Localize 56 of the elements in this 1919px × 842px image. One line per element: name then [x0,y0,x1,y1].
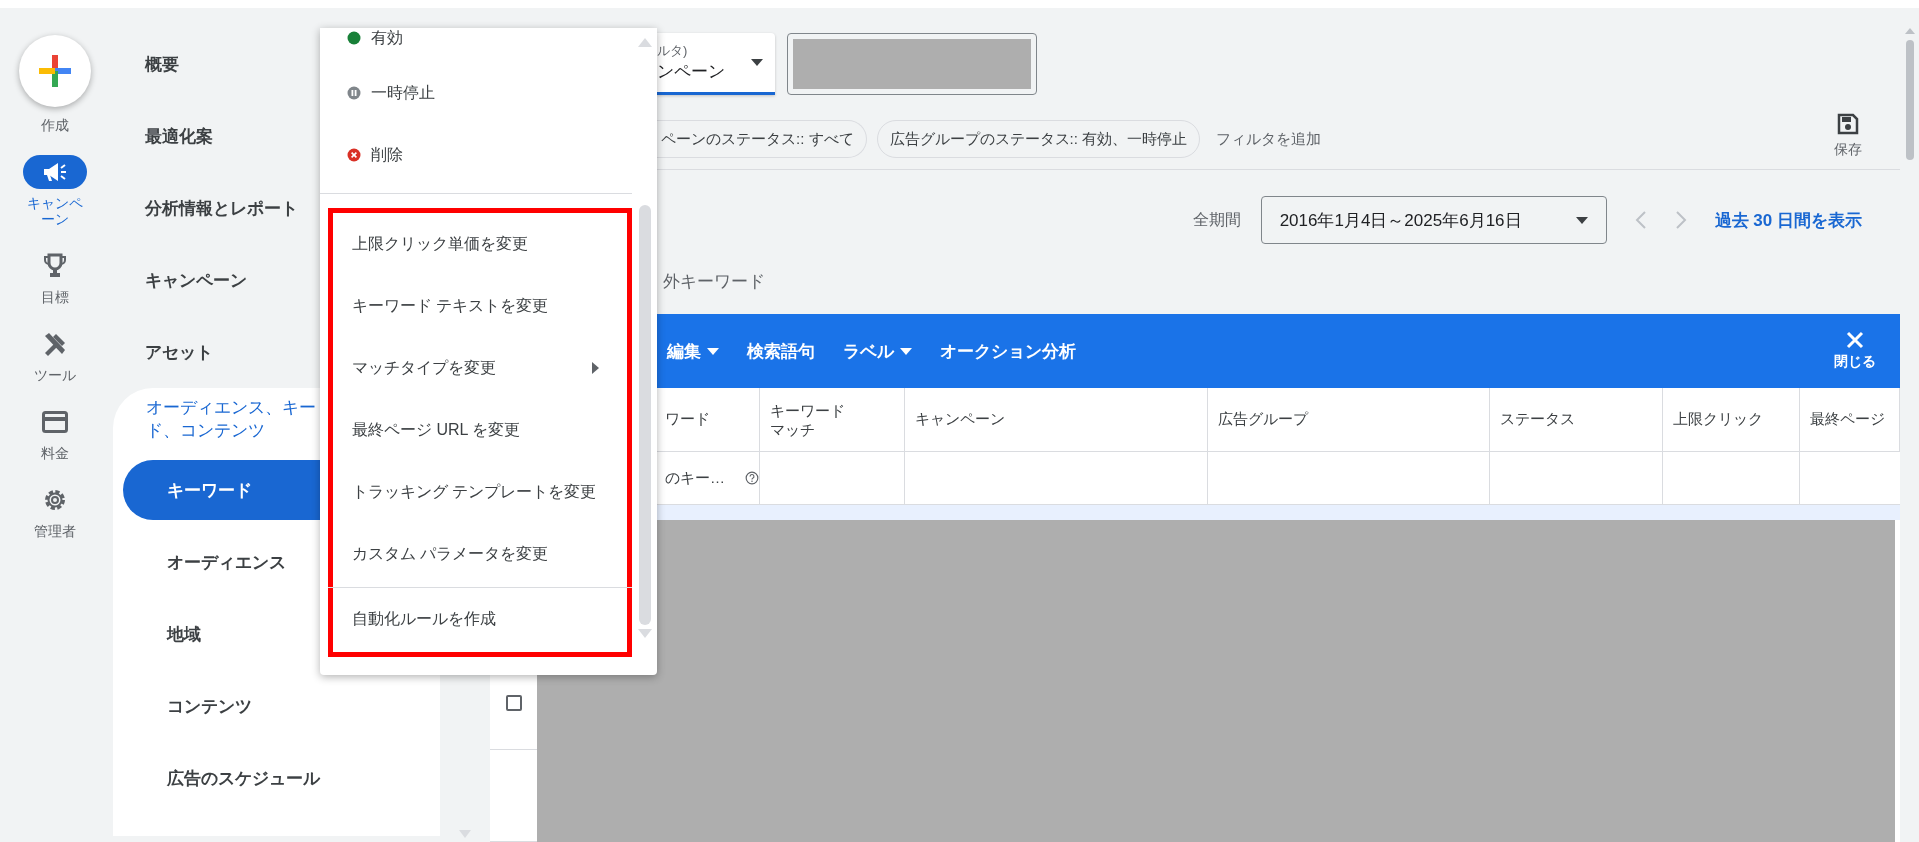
menu-item[interactable]: 上限クリック単価を変更 [333,213,627,275]
menu-item[interactable]: カスタム パラメータを変更 [333,523,627,585]
column-header[interactable]: ステータス [1490,388,1663,452]
filter-chip[interactable]: ペーンのステータス:: すべて [657,120,867,158]
view-dropdown[interactable]: ルタ) ンペーン [657,33,775,95]
toolbar-button[interactable]: ラベル [843,339,912,363]
save-icon [1837,113,1859,135]
menu-item[interactable]: 削除 [320,124,632,186]
scrollbar-thumb[interactable] [1905,40,1914,160]
menu-item[interactable]: キーワード テキストを変更 [333,275,627,337]
rail-item[interactable]: 管理者 [23,483,87,539]
menu-item[interactable]: 自動化ルールを作成 [333,588,627,650]
scroll-down-icon [637,629,652,638]
megaphone-icon [42,161,68,183]
tab[interactable]: 外キーワード [663,269,765,293]
plus-icon [37,53,73,89]
close-button[interactable]: 閉じる [1828,330,1882,372]
show-period-link[interactable]: 過去 30 日間を表示 [1714,208,1862,232]
column-header[interactable]: 上限クリック [1663,388,1800,452]
menu-item[interactable]: 最終ページ URL を変更 [333,399,627,461]
menu-item[interactable]: マッチタイプを変更 [333,337,627,399]
scroll-up-icon [637,38,652,47]
credit-card-icon [42,411,68,433]
filter-cell: のキー… [665,468,725,488]
save-button[interactable]: 保存 [1828,112,1868,160]
trophy-icon [43,253,67,279]
scroll-up-icon [1904,28,1915,34]
column-header[interactable]: 最終ページ [1800,388,1900,452]
caret-icon [751,59,763,66]
nav-item[interactable]: コンテンツ [113,676,440,736]
column-header[interactable]: キーワードマッチ [760,388,905,452]
rail-item[interactable]: ツール [23,327,87,383]
rail-item[interactable]: キャンペーン [23,155,87,227]
chevron-right-icon[interactable] [1674,210,1687,230]
rail-item[interactable]: 料金 [23,405,87,461]
column-header[interactable]: 広告グループ [1208,388,1490,452]
date-range-dropdown[interactable]: 2016年1月4日～2025年6月16日 [1260,196,1607,244]
help-icon [745,469,759,487]
settings-icon [42,487,68,513]
toolbar-button[interactable]: オークション分析 [940,339,1076,363]
add-filter-link[interactable]: フィルタを追加 [1216,129,1322,149]
filter-chip[interactable]: 広告グループのステータス:: 有効、一時停止 [876,120,1201,158]
date-range-label: 全期間 [1192,209,1241,230]
row-checkbox[interactable] [505,695,522,712]
tools-icon [42,331,68,357]
rail-item[interactable]: 目標 [23,249,87,305]
menu-item[interactable]: 有効 [320,28,632,48]
toolbar-button[interactable]: 検索語句 [747,339,815,363]
toolbar-button[interactable]: 編集 [667,339,719,363]
menu-item[interactable]: 一時停止 [320,62,632,124]
scrollbar-thumb[interactable] [638,205,651,625]
nav-item[interactable]: 広告のスケジュール [113,748,440,808]
column-header[interactable]: キャンペーン [905,388,1208,452]
chevron-left-icon[interactable] [1634,210,1647,230]
caret-icon [1575,216,1588,224]
close-icon [1846,331,1864,349]
